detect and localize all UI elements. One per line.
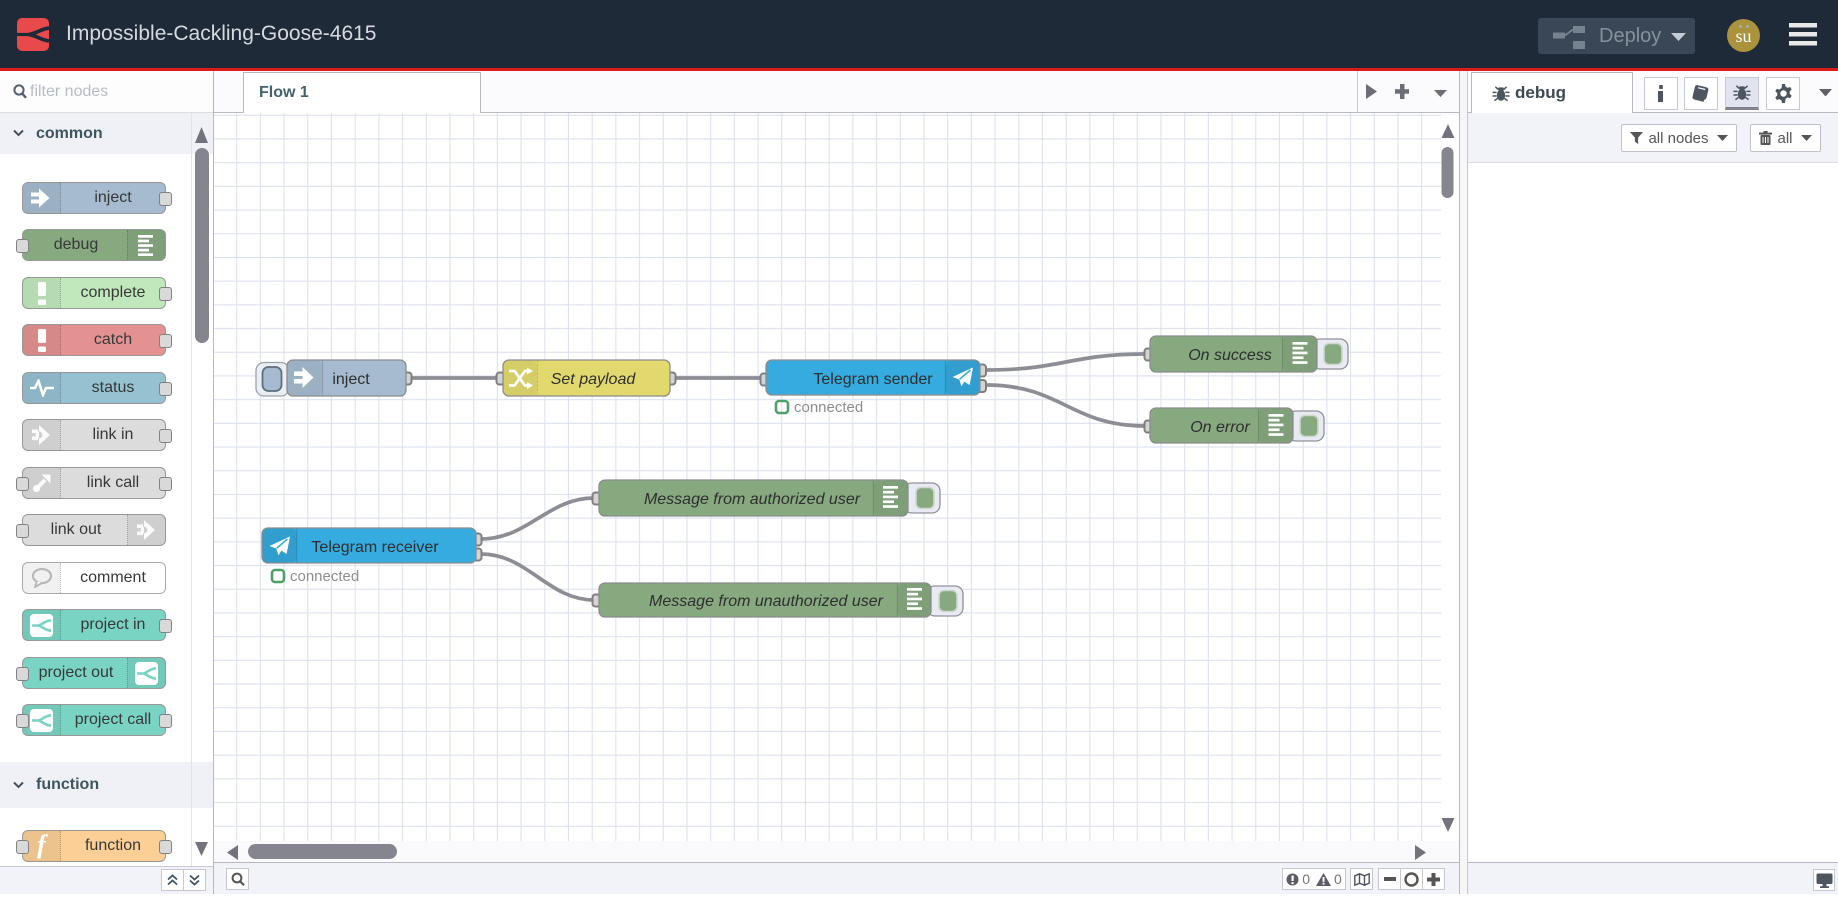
svg-text:Telegram sender: Telegram sender: [813, 371, 933, 388]
svg-text:Set payload: Set payload: [551, 371, 637, 388]
svg-text:Message from unauthorized user: Message from unauthorized user: [649, 593, 884, 610]
svg-text:connected: connected: [290, 568, 359, 585]
svg-text:connected: connected: [794, 399, 863, 416]
svg-text:Message from authorized user: Message from authorized user: [644, 491, 861, 508]
svg-text:inject: inject: [332, 371, 370, 388]
svg-text:On error: On error: [1190, 419, 1250, 436]
svg-text:On success: On success: [1188, 347, 1272, 364]
svg-text:Telegram receiver: Telegram receiver: [311, 539, 439, 556]
